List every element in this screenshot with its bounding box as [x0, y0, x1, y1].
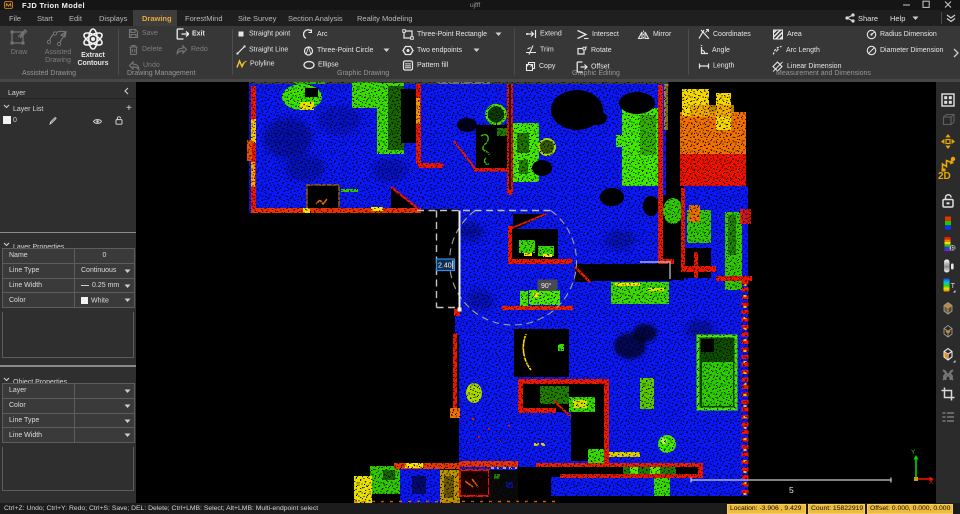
- svg-text:5: 5: [789, 485, 794, 495]
- svg-text:90°: 90°: [541, 282, 552, 290]
- svg-text:2.40: 2.40: [438, 263, 452, 270]
- svg-text:Y: Y: [911, 449, 916, 456]
- svg-text:X: X: [929, 479, 934, 486]
- svg-text:B: B: [951, 246, 956, 252]
- svg-text:T: T: [951, 281, 956, 290]
